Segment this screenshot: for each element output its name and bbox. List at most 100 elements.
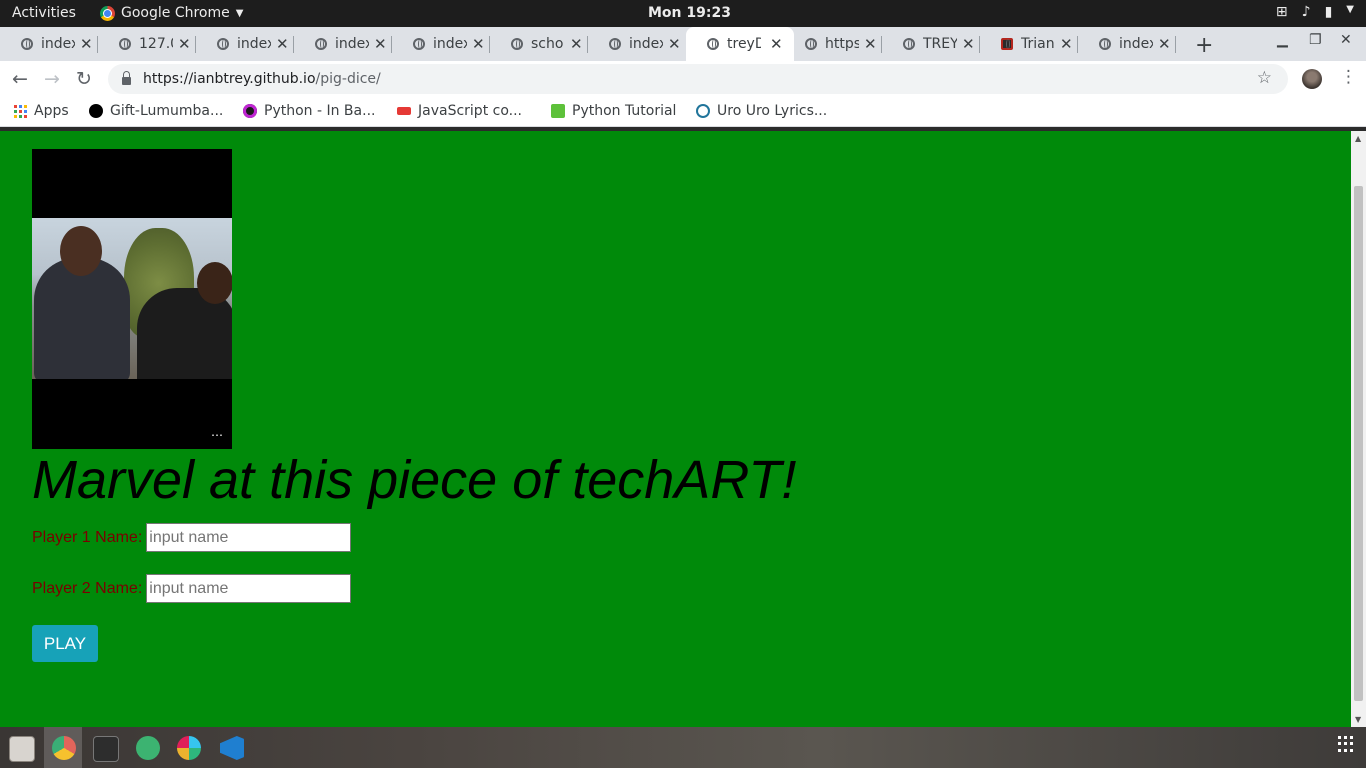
tab[interactable]: scho ✕ [490, 27, 588, 61]
close-icon[interactable]: ✕ [472, 35, 485, 53]
close-icon[interactable]: ✕ [864, 35, 877, 53]
tab-separator [1175, 36, 1176, 53]
minimize-icon[interactable]: ▁ [1277, 32, 1288, 48]
system-tray[interactable]: ⊞ ♪ ▮ ▼ [1276, 4, 1354, 20]
bookmark-javascript[interactable]: JavaScript co... [397, 103, 522, 119]
bookmark-python-tutorial[interactable]: Python Tutorial [551, 103, 676, 119]
bookmark-label: Gift-Lumumba... [110, 103, 224, 119]
slack-icon[interactable] [177, 736, 201, 760]
bookmark-label: Python Tutorial [572, 103, 677, 119]
tab[interactable]: index ✕ [0, 27, 98, 61]
favicon-icon [1001, 38, 1013, 50]
tab-title: treyD [727, 36, 761, 52]
globe-icon [609, 38, 621, 50]
tab[interactable]: 127.0 ✕ [98, 27, 196, 61]
globe-icon [707, 38, 719, 50]
profile-avatar[interactable] [1302, 69, 1322, 89]
globe-icon [315, 38, 327, 50]
bookmarks-bar: Apps Gift-Lumumba... Python - In Ba... J… [0, 98, 1366, 127]
close-icon[interactable]: ✕ [962, 35, 975, 53]
restore-icon[interactable]: ❐ [1309, 32, 1322, 48]
close-icon[interactable]: ✕ [668, 35, 681, 53]
bookmark-uro-uro[interactable]: Uro Uro Lyrics... [696, 103, 827, 119]
tab[interactable]: Trian ✕ [980, 27, 1078, 61]
bookmark-label: JavaScript co... [418, 103, 522, 119]
globe-icon [119, 38, 131, 50]
clock[interactable]: Mon 19:23 [648, 5, 731, 21]
lock-icon [122, 71, 131, 85]
close-icon[interactable]: ✕ [1060, 35, 1073, 53]
w3schools-icon [551, 104, 565, 118]
chevron-down-icon: ▼ [1346, 4, 1354, 15]
video-more-options-icon[interactable]: … [211, 425, 223, 439]
tab-title: 127.0 [139, 36, 173, 52]
tab[interactable]: index ✕ [294, 27, 392, 61]
terminal-icon[interactable] [93, 736, 119, 762]
bookmark-star-icon[interactable]: ☆ [1257, 68, 1272, 88]
video-player[interactable]: … [32, 149, 232, 449]
github-icon [89, 104, 103, 118]
tab[interactable]: index ✕ [1078, 27, 1176, 61]
apps-grid-icon [14, 104, 27, 118]
person-left-head [60, 226, 102, 276]
page-headline: Marvel at this piece of techART! [32, 450, 797, 510]
scrollbar-thumb[interactable] [1354, 186, 1363, 701]
globe-icon [21, 38, 33, 50]
close-icon[interactable]: ✕ [178, 35, 191, 53]
page-viewport: … Marvel at this piece of techART! Playe… [0, 131, 1351, 727]
bookmark-apps[interactable]: Apps [14, 103, 69, 119]
close-icon[interactable]: ✕ [1158, 35, 1171, 53]
globe-icon [217, 38, 229, 50]
tab[interactable]: TREY ✕ [882, 27, 980, 61]
globe-icon [903, 38, 915, 50]
close-icon[interactable]: ✕ [374, 35, 387, 53]
bookmark-github[interactable]: Gift-Lumumba... [89, 103, 223, 119]
battery-icon: ▮ [1324, 4, 1333, 20]
url-host: https://ianbtrey.github.io [143, 71, 316, 87]
globe-icon [1099, 38, 1111, 50]
reload-icon[interactable]: ↻ [76, 68, 92, 90]
tab-active[interactable]: treyD ✕ [686, 27, 794, 61]
player2-name-input[interactable] [146, 574, 352, 603]
tab[interactable]: index ✕ [392, 27, 490, 61]
globe-icon [413, 38, 425, 50]
page-scrollbar[interactable]: ▲ ▼ [1351, 131, 1366, 727]
kebab-menu-icon[interactable]: ⋮ [1340, 67, 1357, 87]
activities-button[interactable]: Activities [12, 5, 76, 21]
close-icon[interactable]: ✕ [276, 35, 289, 53]
atom-icon[interactable] [136, 736, 160, 760]
new-tab-button[interactable]: + [1195, 33, 1213, 58]
forward-arrow-icon[interactable]: → [44, 68, 60, 90]
scroll-up-arrow-icon[interactable]: ▲ [1355, 134, 1361, 143]
globe-icon [511, 38, 523, 50]
player1-label: Player 1 Name: [32, 528, 143, 546]
bookmark-label: Python - In Ba... [264, 103, 376, 119]
tab-strip: index ✕ 127.0 ✕ index ✕ index ✕ index ✕ … [0, 27, 1366, 61]
tab-title: index [237, 36, 271, 52]
show-apps-icon[interactable] [1338, 736, 1354, 752]
back-arrow-icon[interactable]: ← [12, 68, 28, 90]
bookmark-label: Apps [34, 103, 69, 119]
close-icon[interactable]: ✕ [770, 35, 783, 53]
play-button[interactable]: PLAY [32, 625, 98, 662]
app-menu[interactable]: Google Chrome ▼ [100, 5, 243, 21]
taskbar-dock [0, 727, 1366, 768]
address-bar[interactable]: https://ianbtrey.github.io/pig-dice/ ☆ [108, 64, 1288, 94]
bookmark-label: Uro Uro Lyrics... [717, 103, 828, 119]
close-window-icon[interactable]: ✕ [1340, 32, 1352, 48]
bookmark-python-in-ba[interactable]: Python - In Ba... [243, 103, 375, 119]
close-icon[interactable]: ✕ [570, 35, 583, 53]
globe-icon [805, 38, 817, 50]
p-logo-icon [243, 104, 257, 118]
close-icon[interactable]: ✕ [80, 35, 93, 53]
player1-name-input[interactable] [146, 523, 352, 552]
files-icon[interactable] [9, 736, 35, 762]
vscode-icon[interactable] [220, 736, 244, 760]
tab[interactable]: index ✕ [196, 27, 294, 61]
player2-row: Player 2 Name: [32, 574, 352, 603]
tab[interactable]: index ✕ [588, 27, 686, 61]
tab-title: Trian [1021, 36, 1055, 52]
player2-label: Player 2 Name: [32, 579, 143, 597]
tab[interactable]: https ✕ [784, 27, 882, 61]
scroll-down-arrow-icon[interactable]: ▼ [1355, 715, 1361, 724]
